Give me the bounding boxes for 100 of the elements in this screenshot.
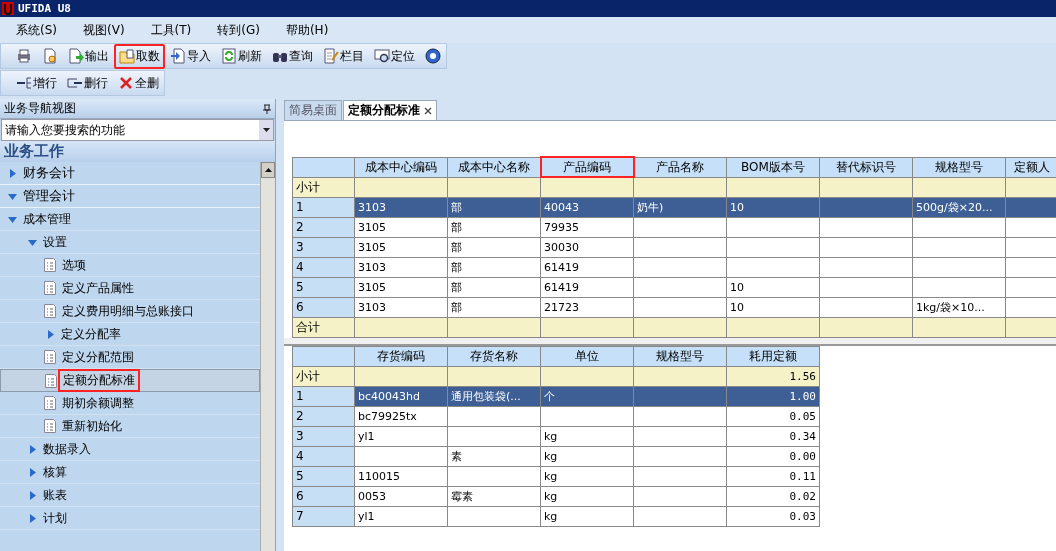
column-header[interactable]: 产品编码 [540,157,634,177]
tree-item[interactable]: 数据录入 [0,438,260,461]
page-magnifier-icon [42,48,58,64]
row-number[interactable]: 3 [292,237,355,257]
toolbar-button[interactable]: 输出 [63,43,114,69]
column-header[interactable]: 单位 [540,346,634,366]
row-number[interactable]: 7 [292,506,355,526]
expand-arrow-icon[interactable] [8,168,17,178]
column-header[interactable]: 定额人 [1005,157,1056,177]
add-row-icon [16,75,32,91]
window-title: UFIDA U8 [18,2,71,15]
panel-title: 业务导航视图 [4,100,76,117]
table-cell: 霉素 [447,486,541,506]
menu-item[interactable]: 工具(T) [150,21,204,39]
column-header[interactable]: 耗用定额 [726,346,820,366]
document-icon [45,373,57,388]
table-cell: 部 [447,237,541,257]
scroll-up-icon[interactable] [264,168,272,172]
tree-item[interactable]: 定义产品属性 [0,277,260,300]
table-cell: 21723 [540,297,634,317]
row-number[interactable]: 6 [292,486,355,506]
table-cell: 0.03 [726,506,820,526]
column-header[interactable]: 成本中心名称 [447,157,541,177]
expand-arrow-icon[interactable] [28,490,37,500]
tree-item[interactable]: 财务会计 [0,162,260,185]
tree-item[interactable]: 管理会计 [0,185,260,208]
column-header[interactable]: BOM版本号 [726,157,820,177]
expand-arrow-icon[interactable] [46,329,55,339]
toolbar-button[interactable]: 刷新 [216,43,267,69]
tab[interactable]: 简易桌面 [284,100,342,120]
column-header[interactable] [292,157,355,177]
menu-item[interactable]: 视图(V) [83,21,137,39]
tree-item[interactable]: 账表 [0,484,260,507]
row-number[interactable]: 6 [292,297,355,317]
expand-arrow-icon[interactable] [28,467,37,477]
collapse-arrow-icon[interactable] [8,214,17,224]
tree-item[interactable]: 定义费用明细与总账接口 [0,300,260,323]
column-header[interactable]: 存货编码 [354,346,448,366]
scrollbar[interactable] [260,162,275,551]
expand-arrow-icon[interactable] [28,513,37,523]
column-header[interactable] [292,346,355,366]
column-header[interactable]: 成本中心编码 [354,157,448,177]
row-number[interactable]: 3 [292,426,355,446]
menu-item[interactable]: 转到(G) [217,21,272,39]
tree-item[interactable]: 重新初始化 [0,415,260,438]
tree-item[interactable]: 定义分配率 [0,323,260,346]
column-header[interactable]: 存货名称 [447,346,541,366]
printer-icon [16,48,32,64]
menu-item[interactable]: 系统(S) [16,21,69,39]
table-cell: 素 [447,446,541,466]
tree-item[interactable]: 定额分配标准 [0,369,260,392]
row-number[interactable]: 1 [292,386,355,406]
document-icon [44,350,56,364]
tree-item-label: 定义产品属性 [61,279,135,297]
column-header[interactable]: 产品名称 [633,157,727,177]
tree-item[interactable]: 计划 [0,507,260,530]
table-cell: yl1 [354,426,448,446]
row-number[interactable]: 4 [292,257,355,277]
row-number[interactable]: 5 [292,277,355,297]
tree-item[interactable]: 选项 [0,254,260,277]
expand-arrow-icon[interactable] [28,444,37,454]
close-icon[interactable] [424,106,432,115]
table-cell: 0.34 [726,426,820,446]
toolbar-button[interactable]: 查询 [267,43,318,69]
row-number[interactable]: 2 [292,406,355,426]
menu-item[interactable]: 帮助(H) [285,21,341,39]
toolbar-button[interactable]: 导入 [165,43,216,69]
toolbar-button[interactable]: 增行 [11,70,62,96]
tree-item-label: 定义费用明细与总账接口 [61,302,195,320]
column-header[interactable]: 规格型号 [912,157,1006,177]
table-cell: 0.02 [726,486,820,506]
toolbar-button[interactable]: 栏目 [318,43,369,69]
row-number[interactable]: 5 [292,466,355,486]
tree-item-label: 核算 [42,463,68,481]
table-cell: yl1 [354,506,448,526]
dropdown-icon[interactable] [262,128,270,132]
table-cell: 3103 [354,297,448,317]
pin-icon[interactable] [263,103,271,114]
tree-item[interactable]: 期初余额调整 [0,392,260,415]
collapse-arrow-icon[interactable] [8,191,17,201]
tree-item-label: 管理会计 [22,187,76,205]
tree-item-label: 重新初始化 [61,417,123,435]
tree-item[interactable]: 核算 [0,461,260,484]
splitter-bar[interactable] [284,337,1056,346]
row-number[interactable]: 4 [292,446,355,466]
column-header[interactable]: 替代标识号 [819,157,913,177]
toolbar-button[interactable]: 全删 [113,70,164,96]
tree-item[interactable]: 成本管理 [0,208,260,231]
row-number[interactable]: 1 [292,197,355,217]
tree-item-label: 选项 [61,256,87,274]
row-number[interactable]: 2 [292,217,355,237]
tree-item-label: 设置 [42,233,68,251]
collapse-arrow-icon[interactable] [28,237,37,247]
toolbar-button[interactable]: 取数 [114,43,165,69]
tree-item[interactable]: 设置 [0,231,260,254]
tab[interactable]: 定额分配标准 [343,100,437,120]
toolbar-button[interactable]: 定位 [369,43,420,69]
row-label: 小计 [292,177,355,197]
column-header[interactable]: 规格型号 [633,346,727,366]
toolbar-button[interactable]: 删行 [62,70,113,96]
